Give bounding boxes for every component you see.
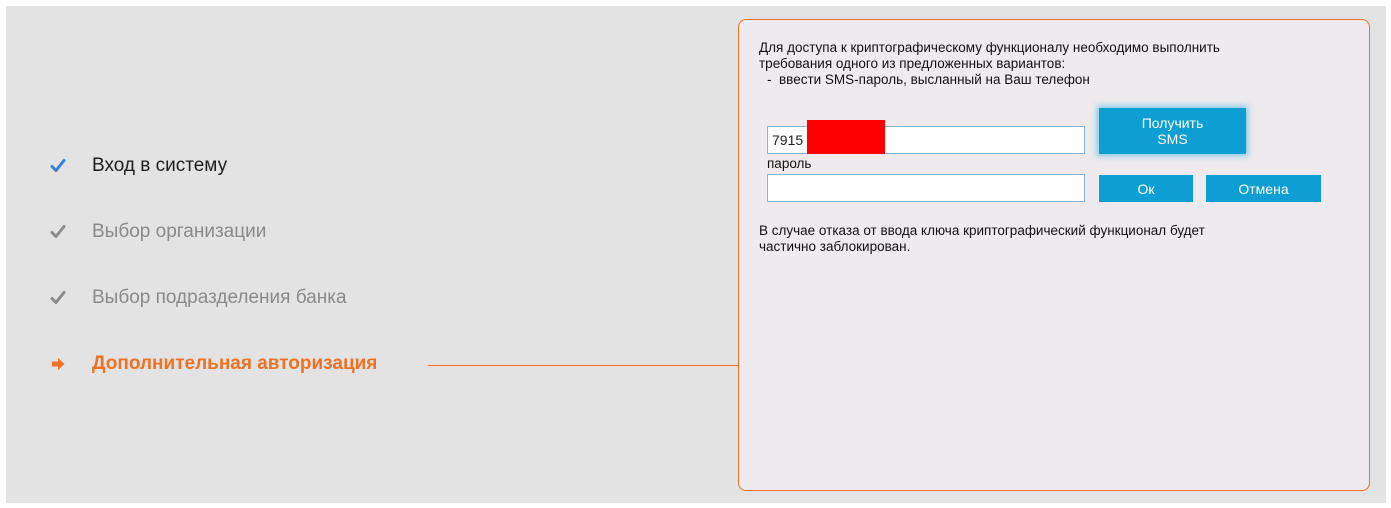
cancel-button[interactable]: Отмена [1206,175,1321,202]
instruction-line: требования одного из предложенных вариан… [759,56,1066,71]
redaction-box [807,120,885,154]
arrow-right-icon [50,356,66,372]
get-sms-button-label: Получить SMS [1142,115,1204,147]
step-connector-line [428,365,740,366]
step-label: Дополнительная авторизация [92,353,378,374]
dialog-warning-note: В случае отказа от ввода ключа криптогра… [759,223,1359,255]
dialog-instructions: Для доступа к криптографическому функцио… [759,40,1359,88]
step-additional-auth: Дополнительная авторизация [50,350,377,378]
password-field[interactable] [767,174,1085,202]
get-sms-label-line1: Получить [1141,115,1204,131]
step-bank-branch: Выбор подразделения банка [50,284,347,312]
sms-auth-dialog: Для доступа к криптографическому функцио… [738,19,1370,491]
check-gray-icon [50,224,66,240]
check-gray-icon [50,290,66,306]
note-line: В случае отказа от ввода ключа криптогра… [759,223,1205,238]
check-blue-icon [50,158,66,174]
note-line: частично заблокирован. [759,239,911,254]
step-label: Выбор организации [92,221,267,242]
step-label: Выбор подразделения банка [92,287,347,308]
step-login: Вход в систему [50,152,227,180]
step-label: Вход в систему [92,155,228,176]
password-label: пароль [767,156,812,171]
instruction-line: Для доступа к криптографическому функцио… [759,40,1220,55]
step-organization: Выбор организации [50,218,266,246]
auth-option: - ввести SMS-пароль, высланный на Ваш те… [767,72,1090,87]
get-sms-label-line2: SMS [1157,131,1188,147]
ok-button[interactable]: Ок [1099,175,1193,202]
get-sms-button[interactable]: Получить SMS [1099,108,1246,154]
